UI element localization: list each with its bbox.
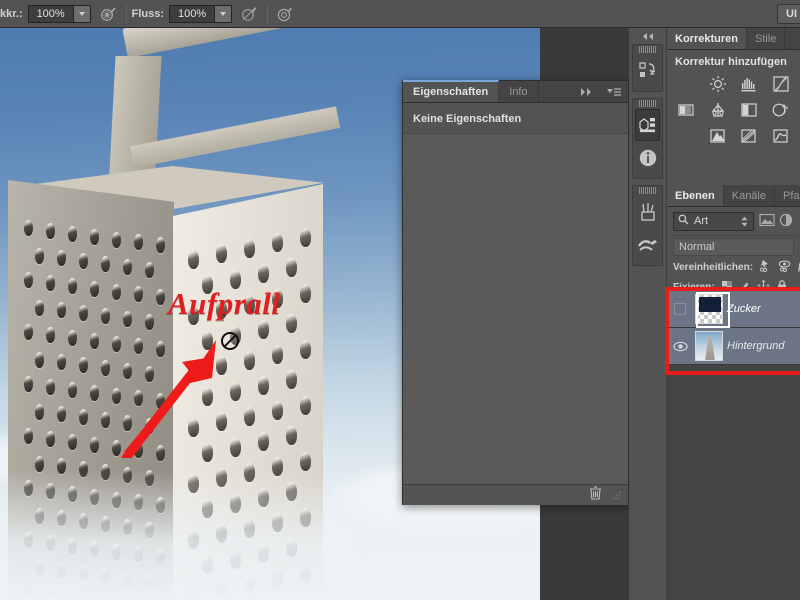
trash-icon[interactable] [589,486,602,505]
opacity-value[interactable]: 100% [28,5,73,22]
layer-filter-type-icons [759,213,794,229]
vibrance-icon[interactable] [703,100,733,120]
unify-icons: fx [759,259,800,275]
layer-thumbnail-hintergrund[interactable] [695,331,723,361]
rail-grip-3[interactable] [633,186,662,195]
rail-group-history [632,44,663,92]
flow-value[interactable]: 100% [170,5,215,22]
tab-pfade[interactable]: Pfade [775,185,800,206]
right-dock: Korrekturen Stile Korrektur hinzufügen E… [667,28,800,600]
tabbar-spacer [539,81,574,102]
curves-icon[interactable] [766,74,796,94]
layers-panel: Ebenen Kanäle Pfade Art [667,185,800,600]
tab-stile[interactable]: Stile [747,28,786,49]
rail-group-adjustments [632,98,663,179]
annotation-label: Aufprall [168,286,281,321]
tab-ebenen[interactable]: Ebenen [667,185,724,206]
tab-info[interactable]: Info [499,81,539,102]
layer-filter-select[interactable]: Art [673,211,754,231]
pressure-opacity-icon[interactable] [238,3,262,25]
exposure-icon[interactable] [671,100,701,120]
rail-group-brushes [632,185,663,266]
properties-tabbar: Eigenschaften Info [403,80,628,103]
adjustments-tabbar: Korrekturen Stile [667,28,800,50]
search-icon [678,214,689,228]
photoshop-window: kkr.: 100% Fluss: 100% UI Aufprall Eigen… [0,0,800,600]
flow-dropdown-arrow[interactable] [214,5,232,22]
ui-button[interactable]: UI [777,4,800,24]
tab-korrekturen[interactable]: Korrekturen [667,28,747,49]
blend-mode-row: Normal [667,235,800,257]
adjustments-panel: Korrektur hinzufügen [667,50,800,180]
channel-mixer-icon[interactable] [766,126,796,146]
table-row[interactable]: Zucker [667,291,800,328]
table-row[interactable]: Hintergrund [667,328,800,365]
unify-label: Vereinheitlichen: [673,261,754,273]
eye-off-icon [674,303,686,315]
opacity-label: kkr.: [0,7,23,20]
properties-footer [403,484,628,505]
grid-spacer-3 [671,152,701,172]
tab-eigenschaften[interactable]: Eigenschaften [403,80,500,102]
layer-name-zucker[interactable]: Zucker [727,303,761,315]
panel-menu-icon[interactable] [600,81,628,102]
brushes-icon[interactable] [635,196,660,228]
rail-grip-1[interactable] [633,45,662,54]
adjustment-icon-grid [667,74,800,172]
opacity-field[interactable]: 100% [27,4,91,23]
tab-kanaele[interactable]: Kanäle [724,185,775,206]
blend-mode-select[interactable]: Normal [673,237,794,256]
properties-content-area [403,133,628,484]
history-icon[interactable] [635,55,660,87]
stepper-arrows-icon[interactable] [740,216,749,227]
opacity-dropdown-arrow[interactable] [72,5,90,22]
airbrush-icon[interactable] [97,3,121,25]
adjustments-icon[interactable] [635,109,660,141]
unify-position-icon[interactable] [759,259,772,275]
levels-icon[interactable] [735,74,765,94]
filter-image-icon[interactable] [759,213,775,229]
properties-empty-text: Keine Eigenschaften [413,113,522,125]
properties-body: Keine Eigenschaften [403,103,628,484]
info-icon[interactable] [635,142,660,174]
layer-list: Zucker Hintergrund [667,291,800,600]
add-adjustment-label: Korrektur hinzufügen [675,56,787,68]
options-bar: kkr.: 100% Fluss: 100% UI [0,0,800,28]
layer-name-hintergrund[interactable]: Hintergrund [727,340,784,352]
layer-filter-row: Art [667,207,800,235]
properties-panel[interactable]: Eigenschaften Info Keine Eigenschaften [402,80,629,505]
collapsed-panel-rail [629,28,667,600]
red-arrow-icon [121,340,216,458]
toolbar-separator-2 [267,3,269,24]
black-white-icon[interactable] [703,126,733,146]
unify-visibility-icon[interactable] [778,259,791,275]
hue-saturation-icon[interactable] [735,100,765,120]
unify-row: Vereinheitlichen: fx [667,257,800,277]
grid-spacer-2 [671,126,701,146]
selected-layer-thumb-outline [696,292,730,328]
no-entry-cursor-icon [221,332,239,350]
layer-visibility-toggle-hintergrund[interactable] [669,341,691,352]
layer-filter-value: Art [694,215,709,227]
collapse-panels-icon[interactable] [629,28,666,44]
double-arrow-right-icon[interactable] [574,81,600,102]
resize-grip-icon[interactable] [610,489,622,501]
pressure-size-icon[interactable] [273,3,297,25]
filter-adjustment-icon[interactable] [778,213,794,229]
eye-icon [672,341,688,351]
flow-field[interactable]: 100% [169,4,233,23]
layer-visibility-toggle-zucker[interactable] [669,303,691,315]
color-balance-icon[interactable] [766,100,796,120]
brush-presets-icon[interactable] [635,229,660,261]
grid-spacer-1 [671,74,701,94]
flow-label: Fluss: [131,7,165,20]
brightness-contrast-icon[interactable] [703,74,733,94]
rail-grip-2[interactable] [633,99,662,108]
toolbar-separator-1 [125,3,127,24]
layers-tabbar: Ebenen Kanäle Pfade [667,185,800,207]
photo-filter-icon[interactable] [735,126,765,146]
